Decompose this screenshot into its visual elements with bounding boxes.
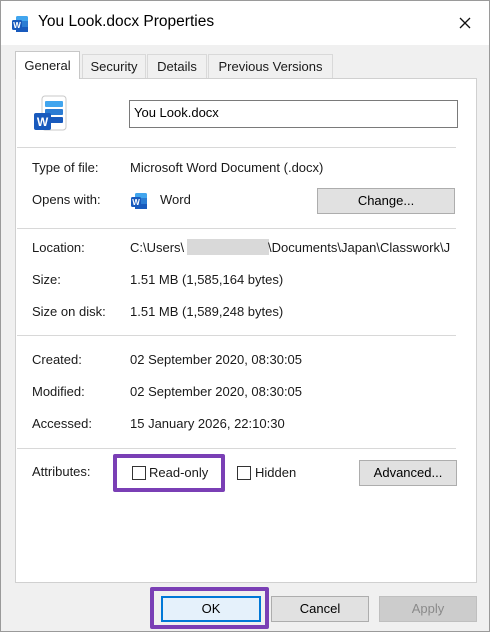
ok-button[interactable]: OK: [161, 596, 261, 622]
read-only-label[interactable]: Read-only: [149, 465, 208, 480]
tab-general[interactable]: General: [15, 51, 80, 79]
hidden-label[interactable]: Hidden: [255, 465, 296, 480]
word-document-icon: W: [11, 15, 29, 33]
attributes-label: Attributes:: [32, 464, 91, 479]
tab-security[interactable]: Security: [82, 54, 146, 78]
accessed-value: 15 January 2026, 22:10:30: [130, 416, 285, 431]
hidden-checkbox[interactable]: [237, 466, 251, 480]
close-icon: [459, 17, 471, 29]
word-app-icon: W: [130, 192, 148, 210]
size-on-disk-value: 1.51 MB (1,589,248 bytes): [130, 304, 284, 319]
created-label: Created:: [32, 352, 82, 367]
change-button[interactable]: Change...: [317, 188, 455, 214]
tab-previous-versions[interactable]: Previous Versions: [208, 54, 333, 78]
svg-text:W: W: [132, 198, 140, 207]
svg-text:W: W: [37, 115, 49, 129]
tab-details[interactable]: Details: [147, 54, 207, 78]
created-value: 02 September 2020, 08:30:05: [130, 352, 303, 367]
divider: [17, 147, 456, 148]
apply-button[interactable]: Apply: [379, 596, 477, 622]
divider: [17, 448, 456, 449]
divider: [17, 335, 456, 336]
close-button[interactable]: [445, 5, 485, 41]
properties-dialog: W You Look.docx Properties General Secur…: [0, 0, 490, 632]
read-only-checkbox[interactable]: [132, 466, 146, 480]
type-of-file-label: Type of file:: [32, 160, 99, 175]
svg-text:W: W: [13, 21, 21, 30]
advanced-button[interactable]: Advanced...: [359, 460, 457, 486]
window-title: You Look.docx Properties: [38, 13, 215, 30]
opens-with-label: Opens with:: [32, 192, 101, 207]
location-value-prefix: C:\Users\: [130, 240, 185, 255]
word-document-icon: W: [33, 95, 69, 133]
file-name-field[interactable]: You Look.docx: [129, 100, 458, 128]
redacted-username: [187, 239, 269, 255]
general-panel: [15, 78, 477, 583]
type-of-file-value: Microsoft Word Document (.docx): [130, 160, 324, 175]
opens-with-value: Word: [160, 192, 191, 207]
modified-value: 02 September 2020, 08:30:05: [130, 384, 303, 399]
modified-label: Modified:: [32, 384, 85, 399]
divider: [17, 228, 456, 229]
size-label: Size:: [32, 272, 61, 287]
size-on-disk-label: Size on disk:: [32, 304, 106, 319]
location-label: Location:: [32, 240, 85, 255]
location-value-suffix: \Documents\Japan\Classwork\J: [268, 240, 451, 255]
accessed-label: Accessed:: [32, 416, 92, 431]
size-value: 1.51 MB (1,585,164 bytes): [130, 272, 284, 287]
cancel-button[interactable]: Cancel: [271, 596, 369, 622]
title-bar: W You Look.docx Properties: [1, 1, 489, 45]
